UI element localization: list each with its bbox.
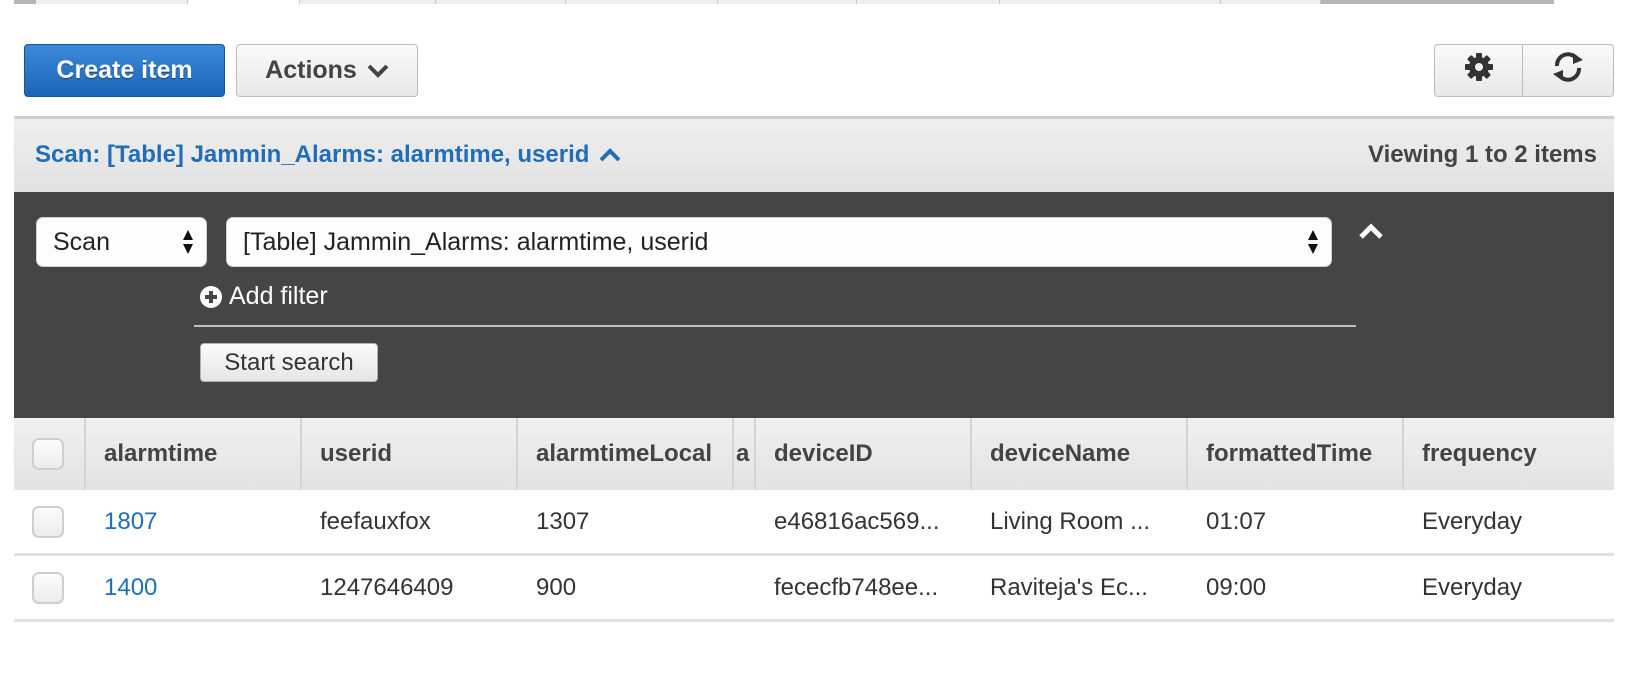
table-row[interactable]: 1807 feefauxfox 1307 e46816ac569... Livi…	[14, 490, 1614, 556]
table-index-select-value: [Table] Jammin_Alarms: alarmtime, userid	[243, 227, 709, 256]
alarmtimelocal-cell: 1307	[536, 507, 590, 535]
top-tab-strip	[14, 0, 1614, 4]
add-filter-link[interactable]: Add filter	[200, 282, 328, 311]
tab-fragment[interactable]	[36, 0, 188, 4]
table-tools-group	[1434, 44, 1614, 97]
results-table: alarmtime userid alarmtimeLocal a device…	[14, 418, 1614, 622]
table-row[interactable]: 1400 1247646409 900 fececfb748ee... Ravi…	[14, 556, 1614, 622]
actions-dropdown-button[interactable]: Actions	[236, 44, 418, 97]
column-header-frequency[interactable]: frequency	[1402, 418, 1614, 490]
query-panel: Scan [Table] Jammin_Alarms: alarmtime, u…	[14, 192, 1614, 418]
scan-header-bar: Scan: [Table] Jammin_Alarms: alarmtime, …	[14, 116, 1614, 192]
chevron-up-icon	[1359, 223, 1383, 239]
tab-fragment	[1321, 0, 1554, 4]
formattedtime-cell: 01:07	[1206, 507, 1267, 535]
start-search-label: Start search	[224, 348, 354, 376]
frequency-cell: Everyday	[1422, 507, 1523, 535]
column-header-alarmtime[interactable]: alarmtime	[84, 418, 300, 490]
tab-fragment[interactable]	[566, 0, 718, 4]
devicename-cell: Living Room ...	[990, 507, 1151, 535]
select-all-checkbox[interactable]	[32, 438, 64, 470]
userid-cell: 1247646409	[320, 573, 454, 601]
devicename-cell: Raviteja's Ec...	[990, 573, 1148, 601]
column-header-userid[interactable]: userid	[300, 418, 516, 490]
actions-label: Actions	[265, 56, 357, 84]
row-checkbox[interactable]	[32, 506, 64, 538]
chevron-down-icon	[367, 56, 389, 85]
tab-fragment-active[interactable]	[188, 0, 300, 4]
table-header-row: alarmtime userid alarmtimeLocal a device…	[14, 418, 1614, 490]
tab-fragment[interactable]	[1221, 0, 1321, 4]
tab-fragment[interactable]	[718, 0, 857, 4]
refresh-button[interactable]	[1522, 44, 1614, 97]
formattedtime-cell: 09:00	[1206, 573, 1267, 601]
column-header-deviceid[interactable]: deviceID	[754, 418, 970, 490]
frequency-cell: Everyday	[1422, 573, 1523, 601]
select-arrows-icon	[1308, 230, 1318, 254]
deviceid-cell: e46816ac569...	[774, 507, 940, 535]
refresh-icon	[1549, 50, 1587, 91]
column-header-truncated[interactable]: a	[732, 418, 754, 490]
viewing-count: Viewing 1 to 2 items	[1368, 141, 1597, 168]
column-header-formattedtime[interactable]: formattedTime	[1186, 418, 1402, 490]
operation-select[interactable]: Scan	[36, 217, 207, 267]
tab-fragment	[14, 0, 36, 4]
alarmtimelocal-cell: 900	[536, 573, 577, 601]
start-search-button[interactable]: Start search	[200, 343, 378, 382]
tab-fragment[interactable]	[1000, 0, 1221, 4]
tab-fragment[interactable]	[857, 0, 1000, 4]
alarmtime-cell-link[interactable]: 1400	[104, 556, 157, 619]
select-arrows-icon	[183, 230, 193, 254]
tab-fragment[interactable]	[436, 0, 566, 4]
table-index-select[interactable]: [Table] Jammin_Alarms: alarmtime, userid	[226, 217, 1332, 267]
gear-icon	[1464, 52, 1494, 89]
userid-cell: feefauxfox	[320, 507, 431, 535]
create-item-label: Create item	[56, 56, 193, 84]
settings-button[interactable]	[1434, 44, 1523, 97]
plus-circle-icon	[200, 285, 222, 308]
filter-divider	[194, 325, 1356, 327]
operation-select-value: Scan	[53, 227, 110, 256]
scan-toggle-link[interactable]: Scan: [Table] Jammin_Alarms: alarmtime, …	[35, 141, 621, 169]
chevron-up-icon	[599, 141, 621, 169]
scan-title-text: Scan: [Table] Jammin_Alarms: alarmtime, …	[35, 141, 590, 168]
create-item-button[interactable]: Create item	[24, 44, 225, 97]
column-header-devicename[interactable]: deviceName	[970, 418, 1186, 490]
alarmtime-cell-link[interactable]: 1807	[104, 490, 157, 553]
row-checkbox[interactable]	[32, 572, 64, 604]
collapse-panel-button[interactable]	[1356, 220, 1386, 244]
deviceid-cell: fececfb748ee...	[774, 573, 939, 601]
tab-fragment[interactable]	[300, 0, 436, 4]
column-header-alarmtimelocal[interactable]: alarmtimeLocal	[516, 418, 732, 490]
add-filter-label: Add filter	[229, 282, 328, 310]
